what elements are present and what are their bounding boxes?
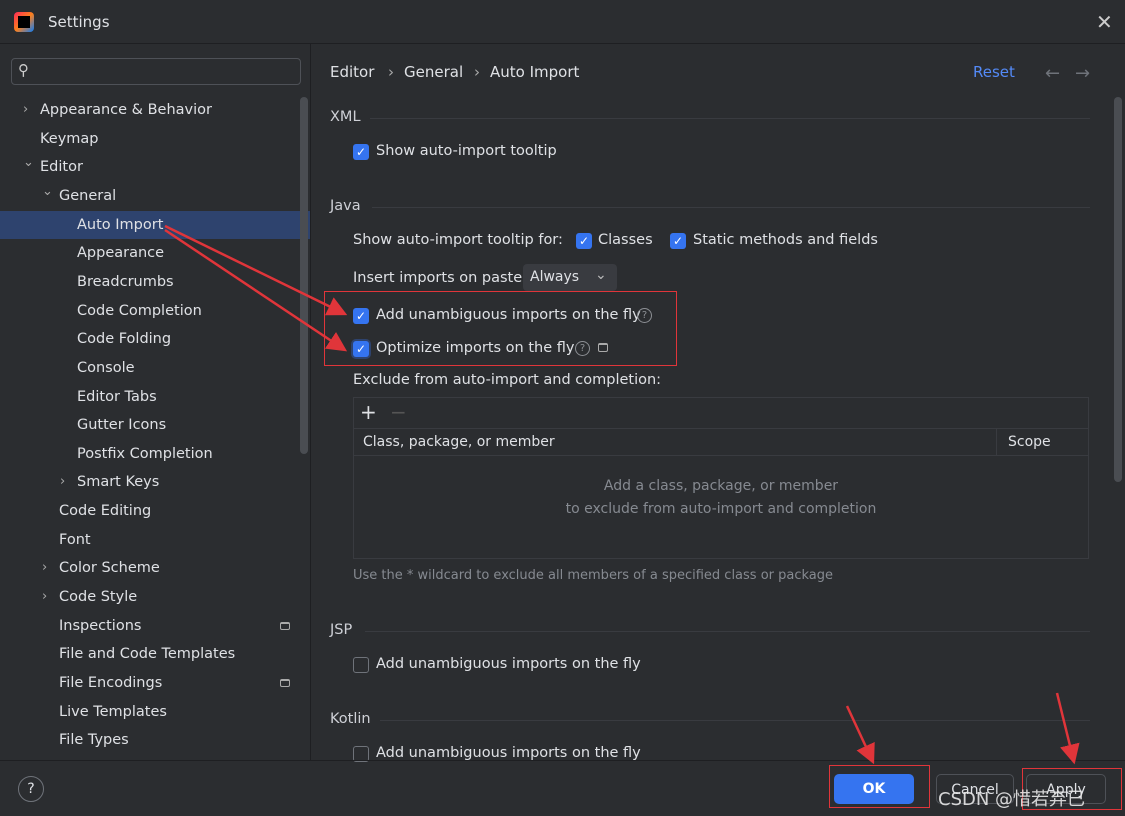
arrow [1055,692,1080,765]
annotation-arrows [164,224,1080,765]
arrow [164,224,348,316]
arrow [164,228,348,352]
arrow [845,705,875,765]
watermark: CSDN @惜若弃已 [938,789,1086,810]
